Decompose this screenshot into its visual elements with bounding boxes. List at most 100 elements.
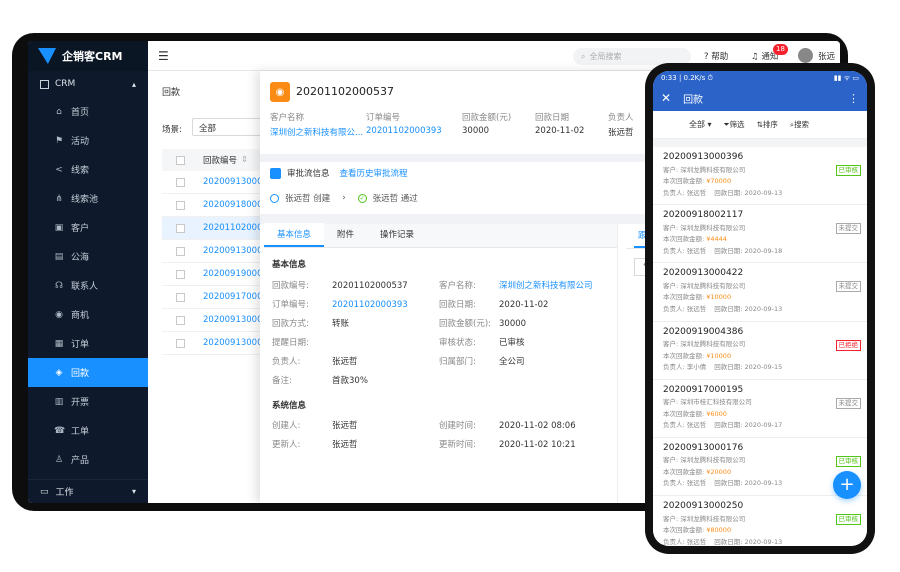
- add-payment-button[interactable]: +: [833, 471, 861, 499]
- more-vertical-icon[interactable]: ⋮: [848, 92, 859, 105]
- field-customer: 客户名称: 深圳创之新科技有限公司: [439, 281, 593, 291]
- step-approved: 张远哲 通过: [372, 194, 418, 204]
- sidebar-group-crm[interactable]: CRM ▴: [28, 71, 148, 97]
- card-owner-date: 负责人: 张远哲 回款日期: 2020-09-17: [663, 421, 783, 430]
- share-icon: <: [55, 164, 63, 175]
- sidebar-item-label: 产品: [71, 456, 90, 466]
- row-checkbox[interactable]: [176, 292, 185, 302]
- summary-value: 张远哲: [608, 128, 634, 138]
- step-create-icon: [270, 193, 279, 203]
- sidebar-item-label: 商机: [71, 311, 90, 321]
- sidebar-item-label: 活动: [71, 137, 90, 147]
- list-item[interactable]: 20200913000422 客户: 深圳龙腾科技有限公司 本次回款金额: ¥100…: [653, 263, 867, 322]
- status-left: 0:33 | 0.2K/s ⏱: [661, 73, 713, 82]
- card-customer: 客户: 深圳龙腾科技有限公司: [663, 281, 746, 290]
- payment-icon: ◈: [55, 367, 63, 378]
- summary-value: 2020-11-02: [535, 126, 585, 136]
- basic-info-title: 基本信息: [272, 260, 307, 270]
- brand-logo-icon: [38, 48, 56, 64]
- chevron-up-icon: ▴: [131, 79, 136, 89]
- brand-name: 企销客CRM: [62, 50, 123, 63]
- search-button[interactable]: ⌕搜索: [790, 119, 809, 130]
- column-header-payment-no[interactable]: 回款编号: [203, 154, 237, 166]
- sidebar-item-11[interactable]: ☎ 工单: [28, 416, 148, 445]
- sidebar-item-4[interactable]: ▣ 客户: [28, 213, 148, 242]
- sidebar-item-0[interactable]: ⌂ 首页: [28, 97, 148, 126]
- sidebar-item-1[interactable]: ⚑ 活动: [28, 126, 148, 155]
- sidebar-item-label: 首页: [71, 108, 90, 118]
- row-checkbox[interactable]: [176, 223, 185, 233]
- monitor-icon: ▭: [40, 486, 49, 497]
- select-all-checkbox[interactable]: [176, 155, 185, 165]
- status-badge: 未提交: [835, 397, 861, 409]
- field-note: 备注: 首款30%: [272, 376, 368, 386]
- sidebar-item-2[interactable]: < 线索: [28, 155, 148, 184]
- status-badge: 已审核: [835, 455, 861, 467]
- network-icon: ⋔: [55, 193, 63, 204]
- status-badge: 已审核: [835, 165, 861, 176]
- status-badge: 已拒绝: [835, 339, 861, 351]
- contact-icon: ☊: [55, 280, 63, 291]
- search-placeholder: 全局搜索: [589, 52, 622, 61]
- order-link[interactable]: 20201102000393: [332, 300, 408, 310]
- sidebar-item-5[interactable]: ▤ 公海: [28, 242, 148, 271]
- search-icon: ⌕: [581, 51, 586, 61]
- sort-icon[interactable]: ⇕: [241, 155, 248, 165]
- card-amount: 本次回款金额: ¥20000: [663, 467, 732, 476]
- list-item[interactable]: 20200919004386 客户: 深圳龙腾科技有限公司 本次回款金额: ¥100…: [653, 321, 867, 380]
- summary-field-3: 回款日期 2020-11-02: [535, 111, 584, 136]
- sidebar-item-label: 线索: [71, 166, 90, 176]
- card-payment-no: 20200918002117: [663, 210, 744, 221]
- card-owner-date: 负责人: 张远哲 回款日期: 2020-09-13: [663, 537, 783, 546]
- bell-icon: ♫: [751, 52, 759, 62]
- list-item[interactable]: 20200918002117 客户: 深圳龙腾科技有限公司 本次回款金额: ¥444…: [653, 205, 867, 264]
- sidebar-item-8[interactable]: ▦ 订单: [28, 329, 148, 358]
- avatar[interactable]: [798, 48, 813, 63]
- list-item[interactable]: 20200913000396 客户: 深圳龙腾科技有限公司 本次回款金额: ¥700…: [653, 147, 867, 206]
- card-amount: 本次回款金额: ¥10000: [663, 351, 732, 360]
- summary-value[interactable]: 20201102000393: [366, 126, 442, 136]
- summary-value[interactable]: 深圳创之新科技有限公...: [270, 126, 363, 138]
- notification-badge: 18: [773, 44, 788, 55]
- card-amount: 本次回款金额: ¥70000: [663, 177, 732, 185]
- sort-button[interactable]: ⇅排序: [757, 119, 778, 130]
- sidebar-item-label: 回款: [71, 369, 90, 379]
- sidebar-group-work[interactable]: ▭ 工作 ▾: [28, 479, 148, 503]
- card-owner-date: 负责人: 张远哲 回款日期: 2020-09-13: [663, 479, 783, 488]
- tab-2[interactable]: 操作记录: [367, 223, 427, 247]
- card-amount: 本次回款金额: ¥10000: [663, 293, 732, 302]
- customer-link[interactable]: 深圳创之新科技有限公司: [499, 281, 593, 291]
- help-button[interactable]: ? 帮助: [704, 50, 728, 62]
- list-item[interactable]: 20200913000250 客户: 深圳龙腾科技有限公司 本次回款金额: ¥800…: [653, 496, 867, 546]
- tab-0[interactable]: 基本信息: [264, 223, 325, 247]
- row-checkbox[interactable]: [176, 315, 185, 325]
- sidebar-item-12[interactable]: ♙ 产品: [28, 445, 148, 474]
- list-item[interactable]: 20200917000195 客户: 深圳市桂汇科技有限公司 本次回款金额: ¥60…: [653, 379, 867, 438]
- status-badge: 未提交: [835, 223, 861, 235]
- sidebar-item-10[interactable]: ▥ 开票: [28, 387, 148, 416]
- summary-field-1: 订单编号 20201102000393: [366, 111, 442, 136]
- sidebar-item-label: 订单: [71, 340, 90, 350]
- row-checkbox[interactable]: [176, 338, 185, 348]
- card-payment-no: 20200913000176: [663, 442, 744, 453]
- view-history-flow-link[interactable]: 查看历史审批流程: [340, 167, 408, 179]
- approval-flow-label: 审批流信息: [287, 169, 330, 179]
- field-payment-amount: 回款金额(元): 30000: [439, 319, 527, 329]
- sidebar-item-3[interactable]: ⋔ 线索池: [28, 184, 148, 213]
- filter-button[interactable]: ⏷筛选: [724, 119, 745, 130]
- field-payment-method: 回款方式: 转账: [272, 319, 350, 329]
- sidebar-item-9[interactable]: ◈ 回款: [28, 358, 148, 387]
- row-checkbox[interactable]: [176, 177, 185, 187]
- sidebar-item-7[interactable]: ◉ 商机: [28, 300, 148, 329]
- row-checkbox[interactable]: [176, 200, 185, 210]
- tab-1[interactable]: 附件: [324, 223, 367, 247]
- sidebar-item-label: 开票: [71, 398, 90, 408]
- row-checkbox[interactable]: [176, 246, 185, 256]
- field-payment-date: 回款日期: 2020-11-02: [439, 300, 549, 310]
- row-checkbox[interactable]: [176, 269, 185, 279]
- sidebar-item-6[interactable]: ☊ 联系人: [28, 271, 148, 300]
- close-icon[interactable]: ✕: [661, 91, 671, 105]
- scene-dropdown[interactable]: 全部 ▾: [689, 119, 712, 130]
- menu-toggle-icon[interactable]: ☰: [158, 49, 169, 63]
- summary-field-2: 回款金额(元) 30000: [462, 111, 511, 136]
